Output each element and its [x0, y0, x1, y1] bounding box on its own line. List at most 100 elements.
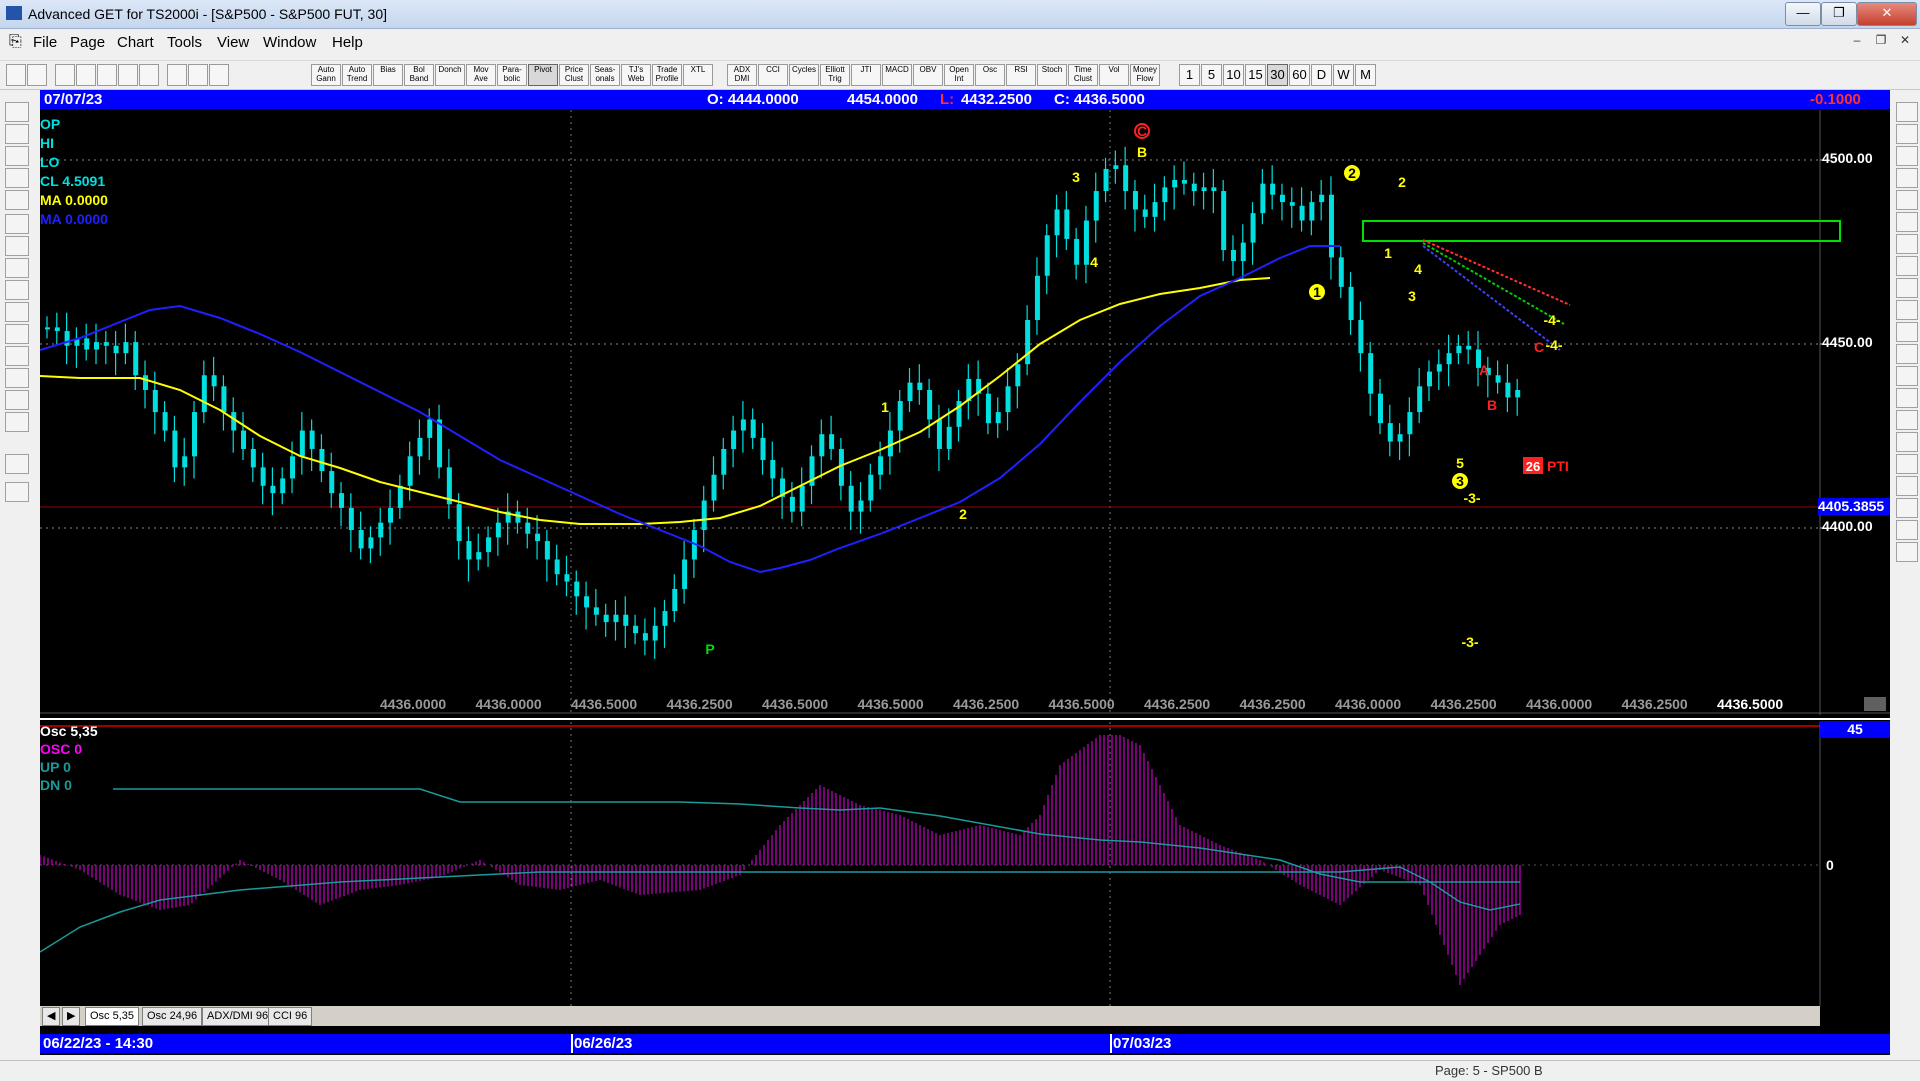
study-button-19[interactable]: OBV — [913, 64, 943, 86]
study-button-18[interactable]: MACD — [882, 64, 912, 86]
study-button-11[interactable]: Trade Profile — [652, 64, 682, 86]
open-icon[interactable] — [5, 102, 29, 122]
study-button-1[interactable]: Auto Trend — [342, 64, 372, 86]
study-button-9[interactable]: Seas- onals — [590, 64, 620, 86]
lines-icon[interactable] — [5, 368, 29, 388]
study-button-20[interactable]: Open Int — [944, 64, 974, 86]
study-button-2[interactable]: Bias — [373, 64, 403, 86]
menu-tools[interactable]: Tools — [167, 34, 202, 51]
channel-icon[interactable] — [1896, 322, 1918, 342]
study-button-6[interactable]: Para- bolic — [497, 64, 527, 86]
study-button-16[interactable]: Elliott Trig — [820, 64, 850, 86]
study-icon[interactable] — [5, 168, 29, 188]
zoom-in-icon[interactable] — [1896, 432, 1918, 452]
grid-icon[interactable] — [5, 346, 29, 366]
oscillator-chart[interactable] — [40, 722, 1890, 1006]
mdi-close-button[interactable]: ✕ — [1895, 33, 1915, 51]
study-button-5[interactable]: Mov Ave — [466, 64, 496, 86]
ellipse-icon[interactable] — [1896, 300, 1918, 320]
cross-icon[interactable] — [139, 64, 159, 86]
study-button-12[interactable]: XTL — [683, 64, 713, 86]
study-button-26[interactable]: Money Flow — [1130, 64, 1160, 86]
marker-icon[interactable] — [1896, 454, 1918, 474]
tab-scroll-right[interactable]: ▶ — [62, 1007, 81, 1026]
study-button-0[interactable]: Auto Gann — [311, 64, 341, 86]
close-button[interactable]: ✕ — [1857, 2, 1917, 26]
cursor-icon[interactable] — [1896, 102, 1918, 122]
study-button-23[interactable]: Stoch — [1037, 64, 1067, 86]
mdi-restore-button[interactable]: ❐ — [1871, 33, 1891, 51]
study-button-22[interactable]: RSI — [1006, 64, 1036, 86]
study-button-13[interactable]: ADX DMI — [727, 64, 757, 86]
interval-button-5[interactable]: 5 — [1201, 64, 1222, 86]
price-chart[interactable]: CB3412P22114353-3--3-ABC-4--4-26 PTI 4436… — [40, 110, 1890, 715]
magnet-icon[interactable] — [1896, 542, 1918, 562]
eraser-icon[interactable] — [1896, 476, 1918, 496]
ruler-icon[interactable] — [5, 302, 29, 322]
menu-chart[interactable]: Chart — [117, 34, 154, 51]
mob-icon[interactable] — [1896, 388, 1918, 408]
interval-button-30[interactable]: 30 — [1267, 64, 1288, 86]
interval-button-10[interactable]: 10 — [1223, 64, 1244, 86]
study-button-8[interactable]: Price Clust — [559, 64, 589, 86]
grid-icon[interactable] — [1896, 366, 1918, 386]
box-icon[interactable] — [1896, 278, 1918, 298]
study-button-4[interactable]: Donch — [435, 64, 465, 86]
help-icon[interactable] — [209, 64, 229, 86]
line-icon[interactable] — [1896, 146, 1918, 166]
reset-icon[interactable] — [5, 146, 29, 166]
hint-icon[interactable] — [188, 64, 208, 86]
gann-icon[interactable] — [5, 390, 29, 410]
interval-button-W[interactable]: W — [1333, 64, 1354, 86]
interval-button-D[interactable]: D — [1311, 64, 1332, 86]
maximize-button[interactable]: ❐ — [1821, 2, 1857, 26]
menu-page[interactable]: Page — [70, 34, 105, 51]
minimize-button[interactable]: — — [1785, 2, 1821, 26]
tab-cci-96[interactable]: CCI 96 — [268, 1007, 313, 1026]
fib-time-icon[interactable] — [1896, 212, 1918, 232]
study-button-14[interactable]: CCI — [758, 64, 788, 86]
ruler-icon[interactable] — [1896, 520, 1918, 540]
tab-osc-24-96[interactable]: Osc 24,96 — [142, 1007, 203, 1026]
study-button-25[interactable]: Vol — [1099, 64, 1129, 86]
study-button-15[interactable]: Cycles — [789, 64, 819, 86]
study-button-17[interactable]: JTI — [851, 64, 881, 86]
fan-icon[interactable] — [1896, 256, 1918, 276]
copy-icon[interactable] — [76, 64, 96, 86]
menu-view[interactable]: View — [217, 34, 249, 51]
pti-icon[interactable] — [1896, 344, 1918, 364]
window-icon[interactable] — [118, 64, 138, 86]
fib-ext-icon[interactable] — [1896, 190, 1918, 210]
tab-adx-dmi-96[interactable]: ADX/DMI 96 — [202, 1007, 274, 1026]
grid-icon[interactable] — [97, 64, 117, 86]
expand-icon[interactable] — [5, 324, 29, 344]
menu-help[interactable]: Help — [332, 34, 363, 51]
interval-button-M[interactable]: M — [1355, 64, 1376, 86]
up-arrow-icon[interactable] — [5, 214, 29, 234]
crosshair-icon[interactable] — [5, 454, 29, 474]
menu-window[interactable]: Window — [263, 34, 316, 51]
quote-icon[interactable] — [27, 64, 47, 86]
study-button-21[interactable]: Osc — [975, 64, 1005, 86]
interval-button-1[interactable]: 1 — [1179, 64, 1200, 86]
fib-icon[interactable] — [5, 412, 29, 432]
elliott-icon[interactable] — [5, 190, 29, 210]
zoom-icon[interactable] — [5, 124, 29, 144]
interval-button-60[interactable]: 60 — [1289, 64, 1310, 86]
print-icon[interactable] — [167, 64, 187, 86]
triangle-icon[interactable] — [1896, 410, 1918, 430]
down-arrow-icon[interactable] — [5, 236, 29, 256]
study-button-24[interactable]: Time Clust — [1068, 64, 1098, 86]
mdi-minimize-button[interactable]: – — [1847, 33, 1867, 51]
tab-scroll-left[interactable]: ◀ — [42, 1007, 61, 1026]
study-button-10[interactable]: TJ's Web — [621, 64, 651, 86]
tab-osc-5-35[interactable]: Osc 5,35 — [85, 1007, 140, 1026]
study-button-7[interactable]: Pivot — [528, 64, 558, 86]
arrow-icon[interactable] — [6, 64, 26, 86]
menu-file[interactable]: File — [33, 34, 57, 51]
chart-corner-icon[interactable] — [1864, 697, 1886, 711]
spiral-icon[interactable] — [1896, 234, 1918, 254]
list-icon[interactable] — [1896, 498, 1918, 518]
interval-button-15[interactable]: 15 — [1245, 64, 1266, 86]
left-arrow-icon[interactable] — [5, 258, 29, 278]
